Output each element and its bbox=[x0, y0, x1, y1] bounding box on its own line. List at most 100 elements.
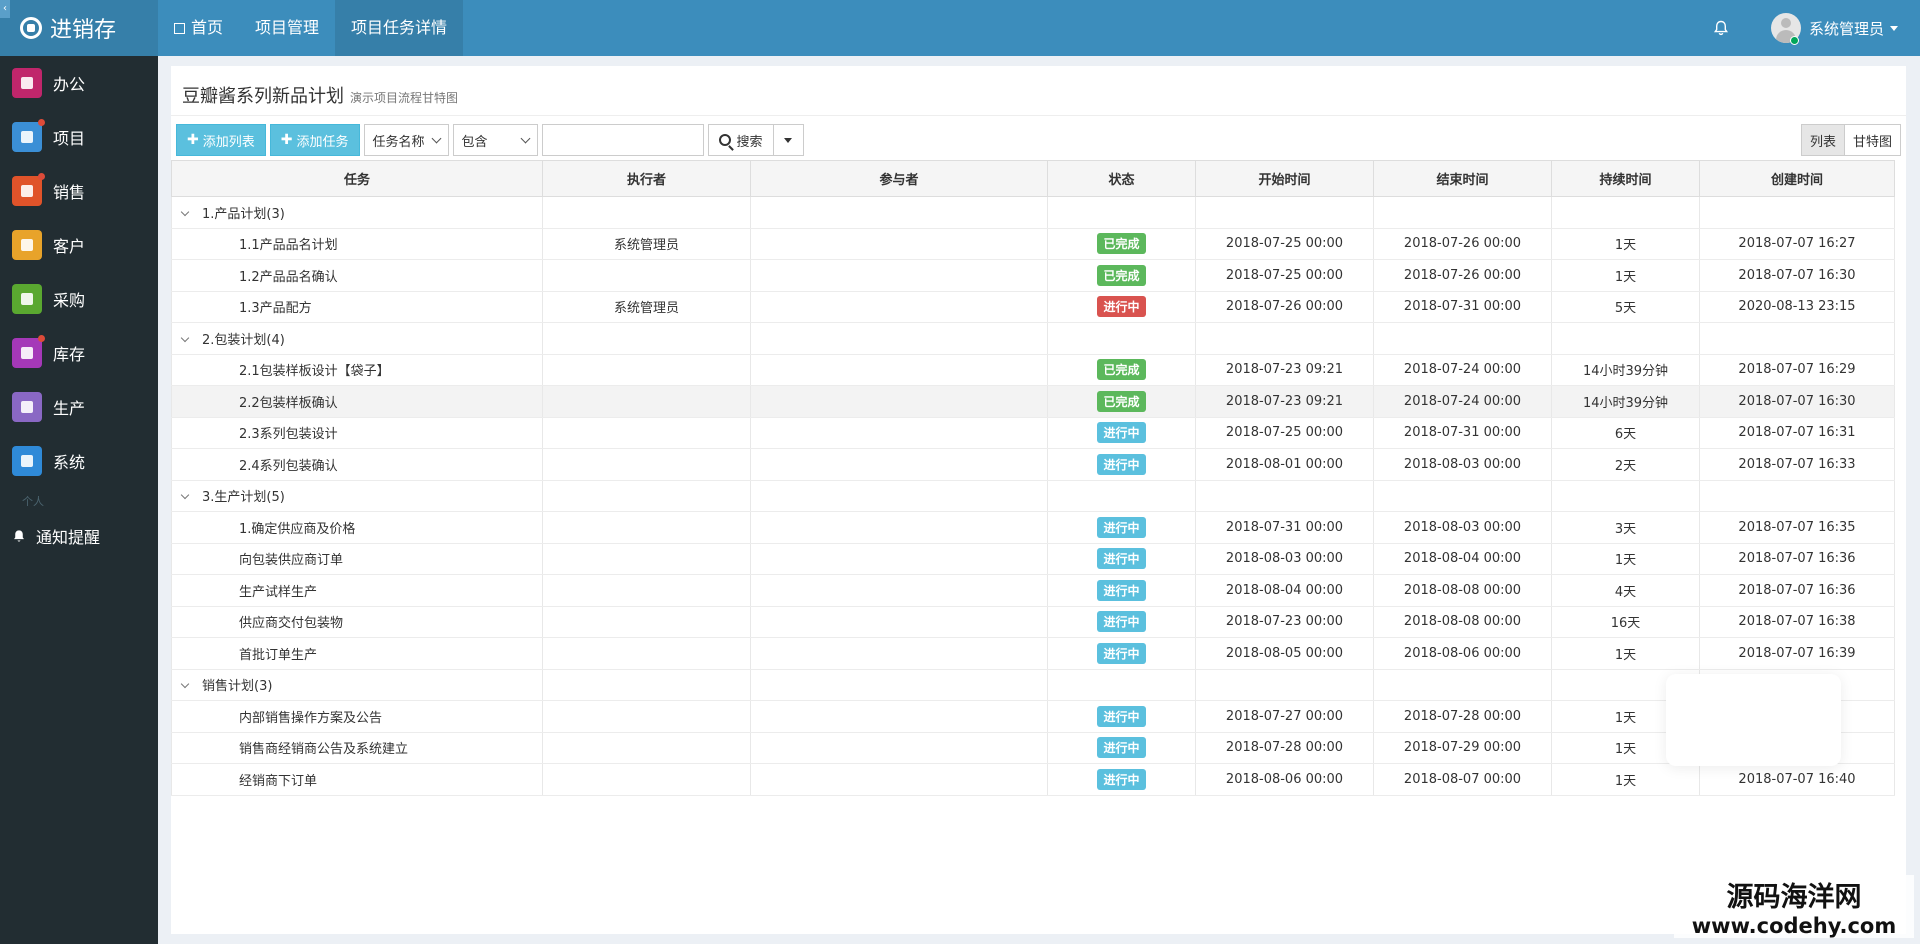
operator-select[interactable]: 包含 bbox=[452, 124, 538, 156]
group-name-cell[interactable]: 销售计划(3) bbox=[171, 669, 543, 701]
column-header-start[interactable]: 开始时间 bbox=[1195, 160, 1374, 197]
duration-cell: 14小时39分钟 bbox=[1551, 354, 1700, 386]
table-row[interactable]: 销售商经销商公告及系统建立 进行中 2018-07-28 00:00 2018-07-… bbox=[171, 732, 1895, 764]
task-name-cell[interactable]: 内部销售操作方案及公告 bbox=[171, 700, 543, 733]
table-row[interactable]: 供应商交付包装物 进行中 2018-07-23 00:00 2018-08-08 00… bbox=[171, 606, 1895, 638]
created-time-cell: 2018-07-07 16:35 bbox=[1699, 511, 1895, 544]
table-row[interactable]: 2.2包装样板确认 已完成 2018-07-23 09:21 2018-07-24 0… bbox=[171, 385, 1895, 418]
task-name-cell[interactable]: 供应商交付包装物 bbox=[171, 606, 543, 638]
sidebar-item-customer[interactable]: 客户 bbox=[0, 218, 158, 272]
sidebar-item-notifications[interactable]: 通知提醒 bbox=[0, 516, 158, 556]
task-name-cell[interactable]: 生产试样生产 bbox=[171, 574, 543, 607]
chevron-down-icon[interactable] bbox=[180, 680, 190, 689]
end-time-cell: 2018-07-26 00:00 bbox=[1373, 228, 1552, 260]
gantt-view-button[interactable]: 甘特图 bbox=[1844, 124, 1901, 156]
task-name-cell[interactable]: 向包装供应商订单 bbox=[171, 543, 543, 575]
task-name-cell[interactable]: 1.1产品品名计划 bbox=[171, 228, 543, 260]
column-header-owner[interactable]: 执行者 bbox=[542, 160, 751, 197]
user-name[interactable]: 系统管理员 bbox=[1809, 18, 1884, 39]
table-row[interactable]: 首批订单生产 进行中 2018-08-05 00:00 2018-08-06 00:0… bbox=[171, 637, 1895, 670]
end-time-cell: 2018-07-31 00:00 bbox=[1373, 291, 1552, 323]
task-name-cell[interactable]: 2.4系列包装确认 bbox=[171, 448, 543, 481]
share-icon bbox=[12, 119, 45, 152]
group-row[interactable]: 销售计划(3) bbox=[171, 669, 1895, 701]
duration-cell: 4天 bbox=[1551, 574, 1700, 607]
table-row[interactable]: 2.1包装样板设计【袋子】 已完成 2018-07-23 09:21 2018-07-… bbox=[171, 354, 1895, 386]
chevron-down-icon[interactable] bbox=[180, 491, 190, 500]
column-header-duration[interactable]: 持续时间 bbox=[1551, 160, 1700, 197]
column-header-task[interactable]: 任务 bbox=[171, 160, 543, 197]
column-header-status[interactable]: 状态 bbox=[1047, 160, 1196, 197]
start-time-cell: 2018-07-27 00:00 bbox=[1195, 700, 1374, 733]
search-button[interactable]: 搜索 bbox=[707, 124, 774, 156]
task-name-cell[interactable]: 1.2产品品名确认 bbox=[171, 259, 543, 292]
task-name-cell[interactable]: 2.1包装样板设计【袋子】 bbox=[171, 354, 543, 386]
collapse-tab-icon[interactable]: ‹ bbox=[0, 0, 10, 18]
column-header-end[interactable]: 结束时间 bbox=[1373, 160, 1552, 197]
task-name-cell[interactable]: 1.3产品配方 bbox=[171, 291, 543, 323]
chevron-down-icon[interactable] bbox=[180, 207, 190, 216]
owner-cell bbox=[542, 732, 751, 764]
task-name-cell[interactable]: 2.3系列包装设计 bbox=[171, 417, 543, 449]
table-row[interactable]: 2.4系列包装确认 进行中 2018-08-01 00:00 2018-08-03 0… bbox=[171, 448, 1895, 481]
participants-cell bbox=[750, 228, 1048, 260]
group-row[interactable]: 2.包装计划(4) bbox=[171, 322, 1895, 355]
table-row[interactable]: 2.3系列包装设计 进行中 2018-07-25 00:00 2018-07-31 0… bbox=[171, 417, 1895, 449]
table-row[interactable]: 1.2产品品名确认 已完成 2018-07-25 00:00 2018-07-26 0… bbox=[171, 259, 1895, 292]
sidebar-item-production[interactable]: 生产 bbox=[0, 380, 158, 434]
sidebar-item-system[interactable]: 系统 bbox=[0, 434, 158, 488]
caret-down-icon bbox=[784, 137, 793, 143]
task-name-cell[interactable]: 2.2包装样板确认 bbox=[171, 385, 543, 418]
chevron-down-icon[interactable] bbox=[180, 333, 190, 342]
bell-icon bbox=[14, 530, 24, 542]
field-select[interactable]: 任务名称 bbox=[363, 124, 449, 156]
status-cell: 进行中 bbox=[1047, 700, 1196, 733]
created-time-cell: 2018-07-07 16:33 bbox=[1699, 448, 1895, 481]
table-row[interactable]: 1.1产品品名计划 系统管理员 已完成 2018-07-25 00:00 2018-07… bbox=[171, 228, 1895, 260]
task-name-cell[interactable]: 销售商经销商公告及系统建立 bbox=[171, 732, 543, 764]
group-name-cell[interactable]: 1.产品计划(3) bbox=[171, 196, 543, 229]
chevron-down-icon[interactable] bbox=[1890, 25, 1898, 31]
column-header-participants[interactable]: 参与者 bbox=[750, 160, 1048, 197]
end-time-cell: 2018-08-07 00:00 bbox=[1373, 763, 1552, 796]
sidebar-separator: 个人 bbox=[22, 495, 44, 508]
nav-project-management[interactable]: 项目管理 bbox=[239, 0, 335, 56]
sidebar-item-purchase[interactable]: 采购 bbox=[0, 272, 158, 326]
group-row[interactable]: 3.生产计划(5) bbox=[171, 480, 1895, 512]
nav-home[interactable]: 首页 bbox=[158, 0, 239, 56]
plus-icon: ✚ bbox=[187, 132, 199, 148]
group-name-cell[interactable]: 3.生产计划(5) bbox=[171, 480, 543, 512]
start-time-cell: 2018-07-25 00:00 bbox=[1195, 259, 1374, 292]
add-list-button[interactable]: ✚ 添加列表 bbox=[176, 124, 266, 156]
duration-cell: 1天 bbox=[1551, 637, 1700, 670]
created-time-cell: 2018-07-07 16:39 bbox=[1699, 637, 1895, 670]
task-name-cell[interactable]: 经销商下订单 bbox=[171, 763, 543, 796]
bell-icon[interactable] bbox=[1713, 20, 1729, 36]
table-row[interactable]: 1.3产品配方 系统管理员 进行中 2018-07-26 00:00 2018-07-3… bbox=[171, 291, 1895, 323]
task-name-cell[interactable]: 首批订单生产 bbox=[171, 637, 543, 670]
table-row[interactable]: 经销商下订单 进行中 2018-08-06 00:00 2018-08-07 00:0… bbox=[171, 763, 1895, 796]
status-cell: 已完成 bbox=[1047, 259, 1196, 292]
group-name-cell[interactable]: 2.包装计划(4) bbox=[171, 322, 543, 355]
table-row[interactable]: 1.确定供应商及价格 进行中 2018-07-31 00:00 2018-08-03 … bbox=[171, 511, 1895, 544]
table-row[interactable]: 生产试样生产 进行中 2018-08-04 00:00 2018-08-08 00:0… bbox=[171, 574, 1895, 607]
chevron-down-icon bbox=[520, 133, 530, 143]
end-time-cell: 2018-07-24 00:00 bbox=[1373, 354, 1552, 386]
sidebar-item-sales[interactable]: 销售 bbox=[0, 164, 158, 218]
status-cell: 进行中 bbox=[1047, 637, 1196, 670]
task-name-cell[interactable]: 1.确定供应商及价格 bbox=[171, 511, 543, 544]
sidebar-item-inventory[interactable]: 库存 bbox=[0, 326, 158, 380]
add-task-button[interactable]: ✚ 添加任务 bbox=[269, 124, 360, 156]
column-header-created[interactable]: 创建时间 bbox=[1699, 160, 1895, 197]
nav-project-task-detail[interactable]: 项目任务详情 bbox=[335, 0, 464, 56]
table-row[interactable]: 向包装供应商订单 进行中 2018-08-03 00:00 2018-08-04 00… bbox=[171, 543, 1895, 575]
table-row[interactable]: 内部销售操作方案及公告 进行中 2018-07-27 00:00 2018-07-28… bbox=[171, 700, 1895, 733]
search-options-dropdown[interactable] bbox=[773, 124, 804, 156]
sidebar-item-project[interactable]: 项目 bbox=[0, 110, 158, 164]
list-view-button[interactable]: 列表 bbox=[1800, 124, 1845, 156]
brand[interactable]: ‹ 进销存 bbox=[0, 0, 158, 56]
sidebar-item-office[interactable]: 办公 bbox=[0, 56, 158, 110]
search-input[interactable] bbox=[541, 124, 704, 156]
group-row[interactable]: 1.产品计划(3) bbox=[171, 196, 1895, 229]
start-time-cell: 2018-08-06 00:00 bbox=[1195, 763, 1374, 796]
